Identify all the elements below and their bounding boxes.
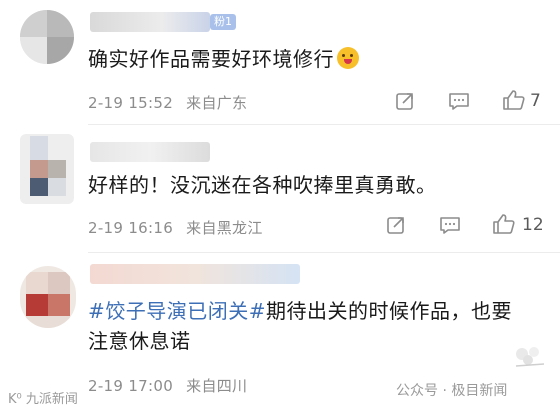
comment-location: 来自四川 bbox=[186, 377, 248, 395]
watermark-left: K⁰ 九派新闻 bbox=[8, 392, 78, 407]
like-icon[interactable] bbox=[502, 89, 526, 111]
topic-hashtag-link[interactable]: #饺子导演已闭关# bbox=[88, 299, 266, 323]
comment-date: 2-19 bbox=[88, 377, 124, 395]
comment-time: 17:00 bbox=[128, 377, 174, 395]
flower-decoration-icon bbox=[510, 342, 550, 374]
username-blurred[interactable] bbox=[90, 264, 300, 284]
like-icon[interactable] bbox=[492, 213, 516, 235]
share-icon[interactable] bbox=[386, 215, 406, 235]
comment-text: 好样的！没沉迷在各种吹捧里真勇敢。 bbox=[88, 173, 437, 197]
avatar[interactable] bbox=[20, 10, 74, 64]
comment-icon[interactable] bbox=[439, 215, 461, 235]
comment-meta: 2-19 17:00 来自四川 bbox=[88, 375, 247, 396]
comment-text-line2: 注意休息诺 bbox=[88, 329, 191, 353]
username-blurred[interactable] bbox=[90, 142, 210, 162]
fan-badge: 粉1 bbox=[210, 14, 236, 30]
like-count: 7 bbox=[530, 91, 541, 111]
comment-item: 好样的！没沉迷在各种吹捧里真勇敢。 2-19 16:16 来自黑龙江 12 bbox=[0, 124, 560, 252]
avatar[interactable] bbox=[20, 134, 74, 204]
comment-location: 来自广东 bbox=[186, 94, 248, 112]
username-blurred[interactable] bbox=[90, 12, 210, 32]
like-count: 12 bbox=[522, 215, 544, 235]
share-icon[interactable] bbox=[395, 91, 415, 111]
comment-time: 15:52 bbox=[128, 94, 174, 112]
comment-icon[interactable] bbox=[448, 91, 470, 111]
comment-text: 确实好作品需要好环境修行 bbox=[88, 44, 359, 74]
comment-meta: 2-19 16:16 来自黑龙江 bbox=[88, 217, 263, 238]
tongue-emoji-icon bbox=[337, 47, 359, 69]
comment-item: 粉1 确实好作品需要好环境修行 2-19 15:52 来自广东 7 bbox=[0, 0, 560, 124]
comment-location: 来自黑龙江 bbox=[186, 219, 263, 237]
comment-text: #饺子导演已闭关#期待出关的时候作品，也要 bbox=[88, 299, 513, 323]
watermark-right: 公众号 · 极目新闻 bbox=[396, 383, 508, 399]
comment-time: 16:16 bbox=[128, 219, 174, 237]
comment-meta: 2-19 15:52 来自广东 bbox=[88, 92, 247, 113]
avatar[interactable] bbox=[20, 266, 76, 328]
comment-date: 2-19 bbox=[88, 219, 124, 237]
comment-date: 2-19 bbox=[88, 94, 124, 112]
